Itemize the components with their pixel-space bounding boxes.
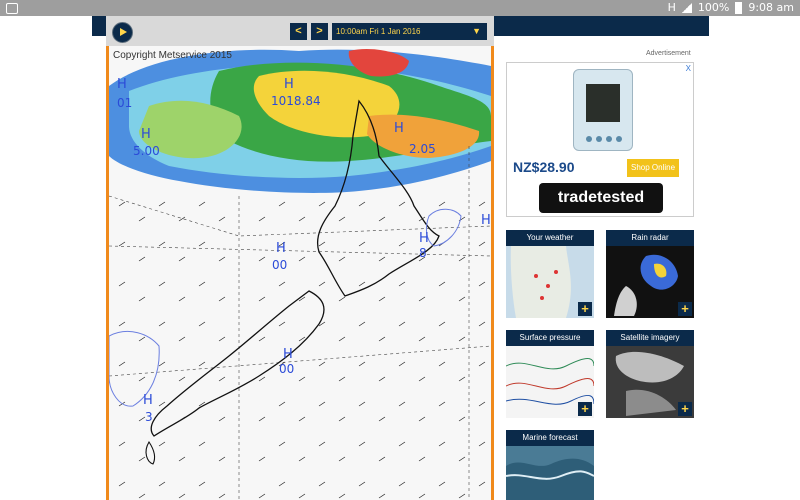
tile-title: Surface pressure <box>519 333 581 342</box>
map-copyright: Copyright Metservice 2015 <box>113 50 232 61</box>
high-pressure-label: H <box>394 121 404 136</box>
pressure-value: 5.00 <box>133 144 160 158</box>
stewart-island-outline <box>145 440 156 465</box>
expand-plus-icon[interactable]: + <box>678 402 692 416</box>
rain-patch-east <box>425 208 462 247</box>
tile-marine-forecast[interactable]: Marine forecast <box>506 430 594 500</box>
map-toolbar: < > 10:00am Fri 1 Jan 2016 ▼ <box>106 16 494 46</box>
high-pressure-label: H <box>276 241 286 256</box>
tile-rain-radar[interactable]: Rain radar + <box>606 230 694 318</box>
ad-brand-logo[interactable]: tradetested <box>539 183 663 213</box>
high-pressure-label: H <box>283 347 293 362</box>
status-bar: H 100% 9:08 am <box>0 0 800 16</box>
pressure-value: 1018.84 <box>271 94 321 108</box>
weather-station-product-image <box>573 69 633 151</box>
device-button <box>596 136 602 142</box>
tile-your-weather[interactable]: Your weather + <box>506 230 594 318</box>
device-screen <box>586 84 620 122</box>
signal-icon <box>681 2 692 13</box>
tile-title: Your weather <box>526 233 574 242</box>
expand-plus-icon[interactable]: + <box>578 302 592 316</box>
caret-down-icon: ▼ <box>472 26 481 36</box>
high-pressure-label: H <box>117 77 127 92</box>
device-button <box>586 136 592 142</box>
next-time-button[interactable]: > <box>311 23 328 40</box>
play-button[interactable] <box>112 22 133 43</box>
time-select[interactable]: 10:00am Fri 1 Jan 2016 ▼ <box>332 23 487 40</box>
isobar-2 <box>109 245 491 257</box>
ad-price: NZ$28.90 <box>513 159 575 175</box>
isobar-1 <box>109 195 491 237</box>
tile-title: Rain radar <box>631 233 669 242</box>
pressure-value: 2.05 <box>409 142 436 156</box>
network-type: H <box>667 1 676 14</box>
tile-title: Marine forecast <box>522 433 578 442</box>
ad-close-icon[interactable]: X <box>686 64 691 73</box>
previous-time-button[interactable]: < <box>290 23 307 40</box>
high-pressure-value: 01 <box>117 96 133 110</box>
high-pressure-label: H <box>481 213 491 228</box>
tile-title: Satellite imagery <box>620 333 680 342</box>
weather-map[interactable]: Copyright Metservice 2015 H H 01 1018.84… <box>106 46 494 500</box>
marine-forecast-thumbnail <box>506 446 594 500</box>
status-right: H 100% 9:08 am <box>668 1 794 14</box>
tile-surface-pressure[interactable]: Surface pressure + <box>506 330 594 418</box>
weather-map-graphic <box>109 49 491 500</box>
high-pressure-value: 3 <box>145 410 153 424</box>
device-button <box>606 136 612 142</box>
high-pressure-value: 00 <box>279 362 295 376</box>
shop-online-button[interactable]: Shop Online <box>627 159 679 177</box>
advertisement-label: Advertisement <box>646 50 691 57</box>
high-pressure-label: H <box>141 127 151 142</box>
advertisement-banner[interactable]: X NZ$28.90 Shop Online tradetested <box>506 62 694 217</box>
clock: 9:08 am <box>748 1 794 14</box>
wind-barbs <box>118 201 486 499</box>
battery-icon <box>735 1 743 14</box>
tile-satellite-imagery[interactable]: Satellite imagery + <box>606 330 694 418</box>
device-button <box>616 136 622 142</box>
high-pressure-label: H <box>284 77 294 92</box>
expand-plus-icon[interactable]: + <box>678 302 692 316</box>
isobar-4 <box>109 345 491 377</box>
time-select-value: 10:00am Fri 1 Jan 2016 <box>336 27 421 36</box>
high-pressure-value: 8 <box>419 246 427 260</box>
expand-plus-icon[interactable]: + <box>578 402 592 416</box>
high-pressure-label: H <box>419 231 429 246</box>
battery-percent: 100% <box>697 1 730 14</box>
high-pressure-label: H <box>143 393 153 408</box>
photo-notification-icon <box>6 3 18 14</box>
south-island-outline <box>150 290 325 437</box>
high-pressure-value: 00 <box>272 258 288 272</box>
